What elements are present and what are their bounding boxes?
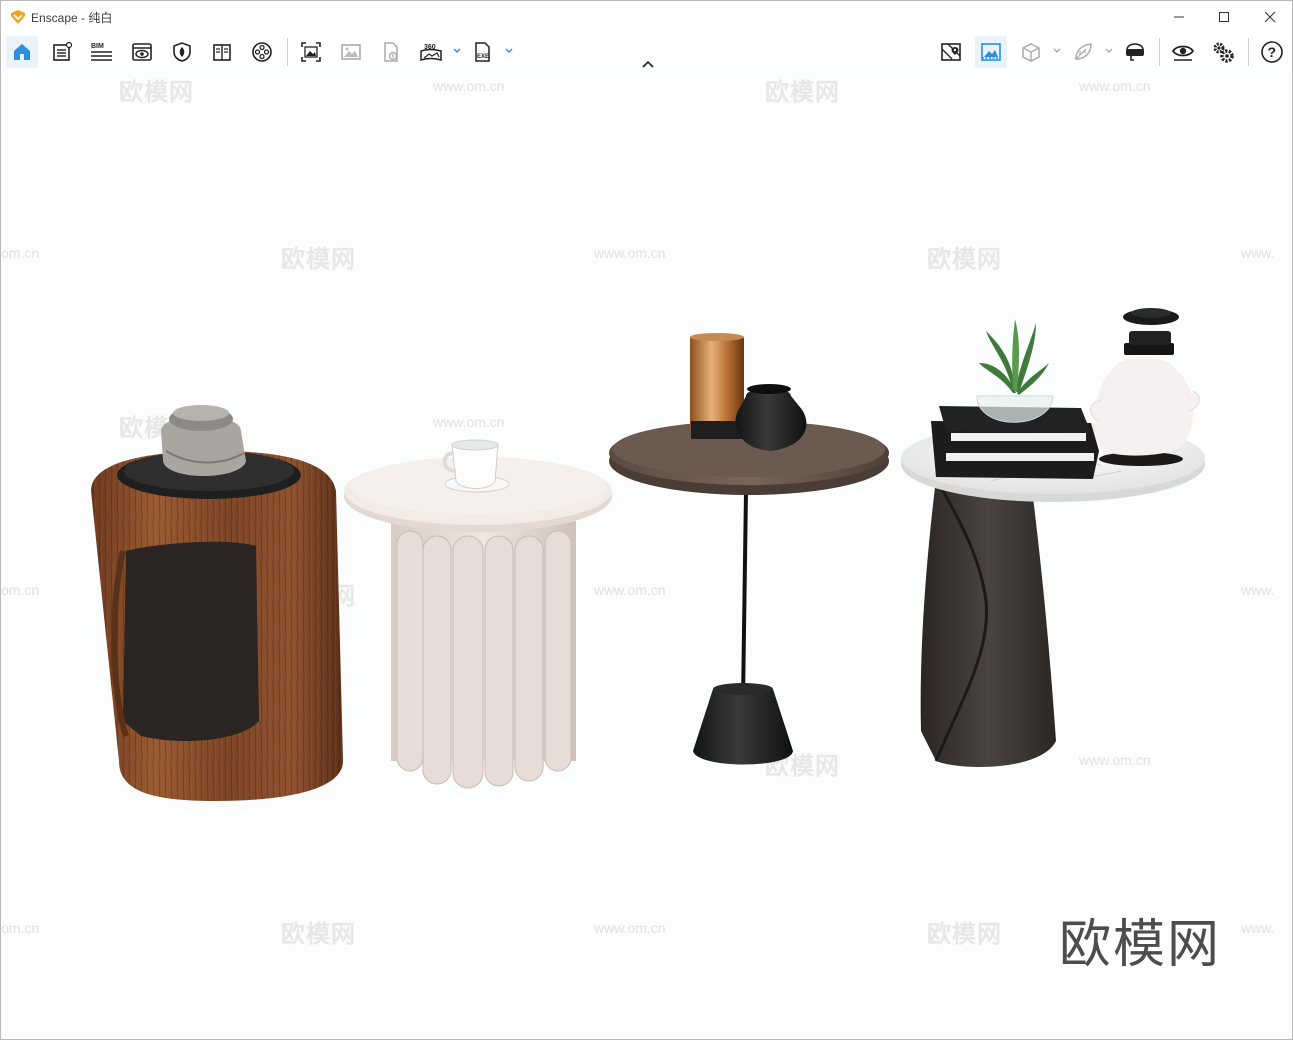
home-icon [14, 44, 30, 60]
exe-standalone-button[interactable]: EXE [467, 36, 499, 68]
title-bar: Enscape - 纯白 [1, 1, 1292, 32]
visual-settings-button[interactable] [1167, 36, 1199, 68]
close-icon [1264, 11, 1276, 22]
close-button[interactable] [1247, 1, 1292, 32]
window-title: Enscape - 纯白 [31, 9, 112, 26]
screenshot-button[interactable] [295, 36, 327, 68]
project-name: 纯白 [88, 11, 113, 25]
main-toolbar: BIM 360 EXE ? [1, 32, 1292, 72]
toolbar-separator [287, 38, 288, 66]
minimize-button[interactable] [1156, 1, 1202, 32]
eye-window-icon [132, 43, 152, 61]
minimize-icon [1174, 16, 1184, 17]
image-icon [341, 44, 361, 60]
app-name: Enscape [31, 11, 78, 25]
enscape-logo-icon [11, 10, 25, 24]
eye-icon [1171, 45, 1195, 61]
orthographic-dropdown-chevron-icon[interactable] [1052, 46, 1062, 56]
exe-label: EXE [477, 54, 489, 60]
exe-file-icon: EXE [475, 42, 490, 62]
map-button[interactable] [935, 36, 967, 68]
render-viewport[interactable]: 欧模网 www.om.cn 欧模网 www.om.cn om.cn 欧模网 ww… [1, 72, 1292, 1039]
vr-headset-button[interactable] [1119, 36, 1151, 68]
asset-library-button[interactable] [166, 36, 198, 68]
general-settings-button[interactable] [1207, 36, 1239, 68]
cube-icon [1022, 43, 1040, 62]
toolbar-separator [1159, 38, 1160, 66]
shield-leaf-icon [173, 42, 191, 62]
bim-button[interactable]: BIM [86, 36, 118, 68]
help-button[interactable]: ? [1256, 36, 1288, 68]
vegetation-dropdown-chevron-icon[interactable] [1104, 46, 1114, 56]
vegetation-button[interactable] [1067, 36, 1099, 68]
panorama-icon: 360 [420, 44, 442, 62]
help-icon: ? [1261, 41, 1283, 63]
batch-render-button[interactable] [335, 36, 367, 68]
export-file-button[interactable] [375, 36, 407, 68]
material-editor-button[interactable] [206, 36, 238, 68]
title-separator: - [77, 11, 89, 25]
video-editor-button[interactable] [246, 36, 278, 68]
file-export-icon [384, 42, 398, 62]
bim-label: BIM [91, 43, 104, 50]
views-button[interactable] [126, 36, 158, 68]
map-pin-icon [941, 43, 961, 61]
render-settings-button[interactable] [46, 36, 78, 68]
orthographic-button[interactable] [1015, 36, 1047, 68]
help-label: ? [1268, 44, 1277, 60]
document-settings-icon [53, 41, 73, 61]
image-capture-icon [301, 42, 321, 62]
book-icon [213, 44, 231, 61]
gears-icon [1213, 42, 1234, 63]
panorama-button[interactable]: 360 [415, 36, 447, 68]
brand-watermark: 欧模网 [1059, 915, 1222, 975]
panorama-dropdown-chevron-icon[interactable] [452, 46, 462, 56]
round-pole-side-table [609, 333, 889, 765]
landscape-icon [981, 43, 1001, 61]
vr-headset-icon [1126, 43, 1144, 61]
cream-fluted-side-table [344, 439, 612, 789]
sky-background-button[interactable] [975, 36, 1007, 68]
leaf-icon [1075, 43, 1092, 60]
marble-pedestal-side-table [901, 308, 1205, 767]
collapse-toolbar-chevron-up-icon[interactable] [639, 59, 657, 71]
film-reel-icon [252, 42, 272, 62]
toolbar-separator [1248, 38, 1249, 66]
maximize-button[interactable] [1201, 1, 1247, 32]
maximize-icon [1219, 11, 1229, 22]
home-button[interactable] [6, 36, 38, 68]
exe-dropdown-chevron-icon[interactable] [504, 46, 514, 56]
wood-cylinder-side-table [91, 405, 343, 801]
enscape-window: Enscape - 纯白 BIM 360 EXE ? 欧模网 www.om.cn… [0, 0, 1293, 1040]
rendered-scene [91, 308, 1205, 801]
bim-icon: BIM [91, 43, 112, 61]
